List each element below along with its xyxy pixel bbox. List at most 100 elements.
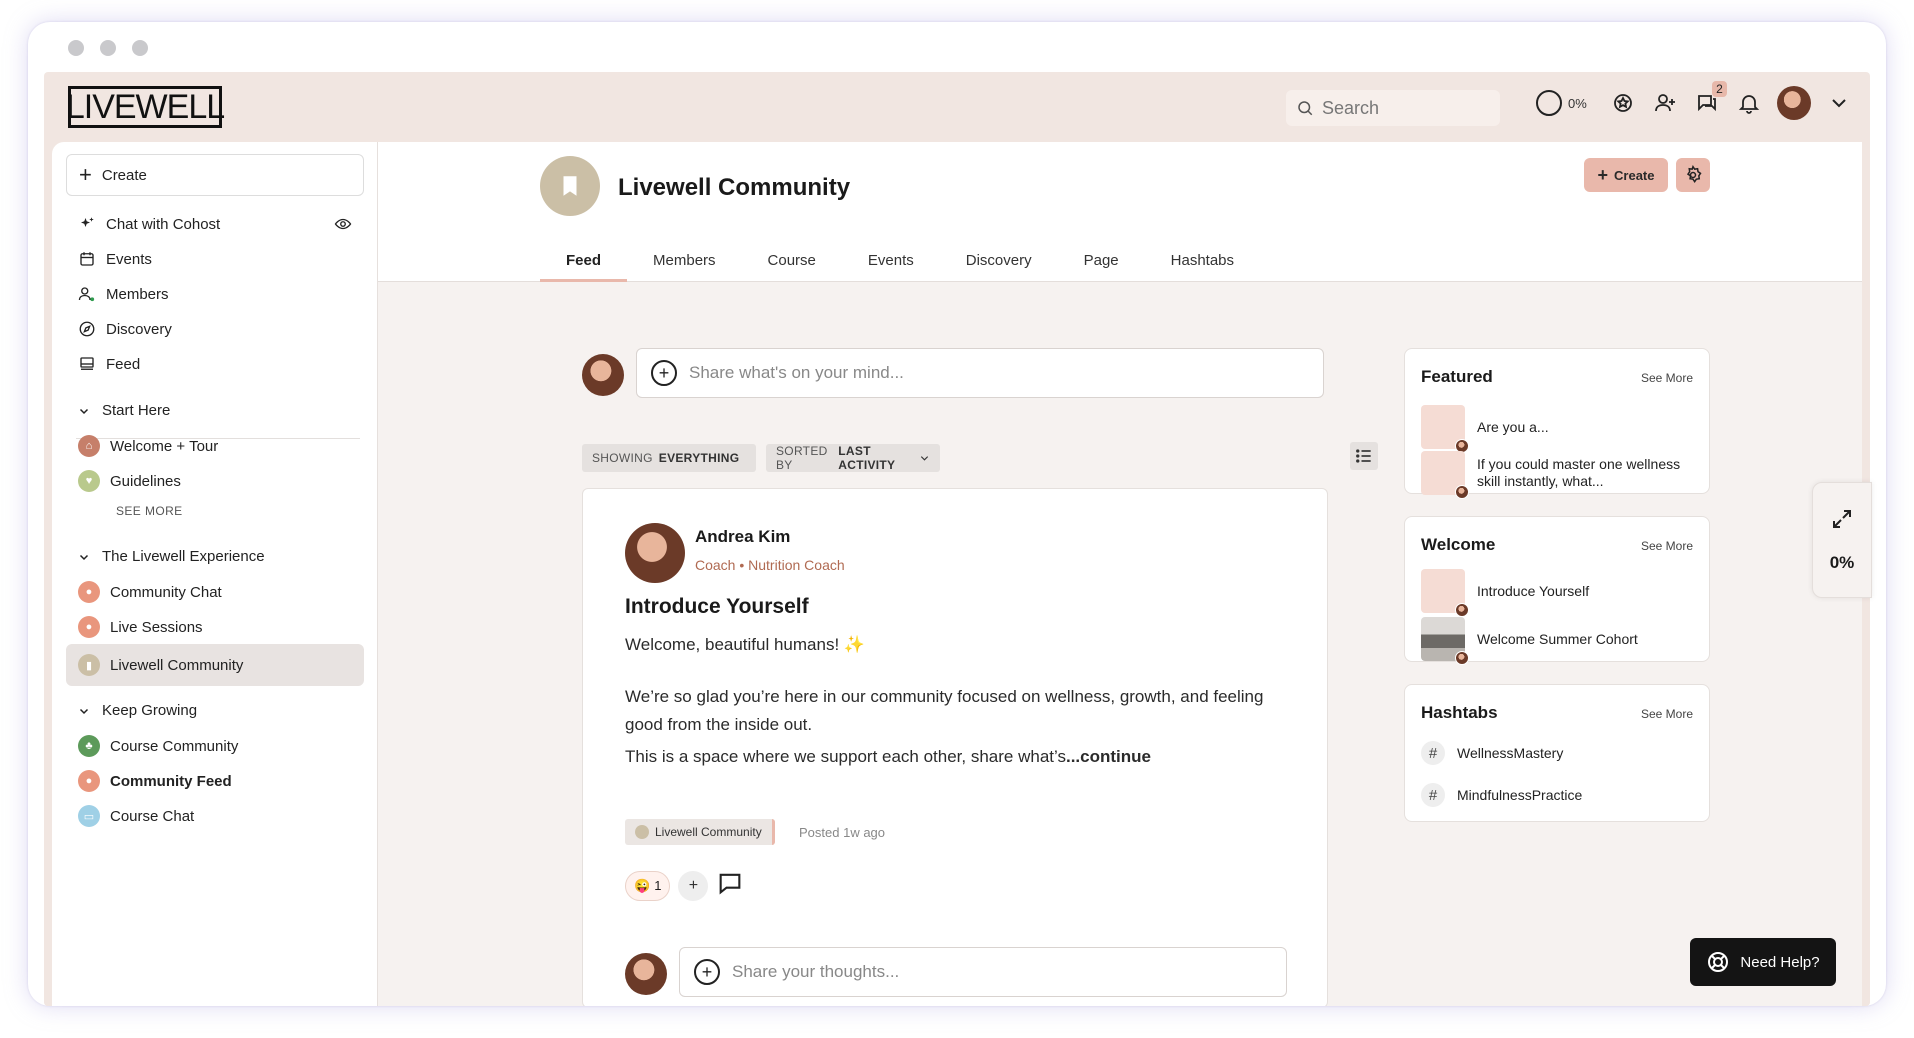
minimize-dot[interactable] (100, 40, 116, 56)
badge-icon[interactable] (1609, 89, 1637, 117)
sidebar-item-guidelines[interactable]: ♥ Guidelines (66, 463, 364, 499)
post-paragraph: We’re so glad you’re here in our communi… (625, 687, 1264, 734)
author-avatar[interactable] (625, 523, 685, 583)
tab-course[interactable]: Course (742, 238, 842, 282)
sidebar-item-livewell-community[interactable]: ▮ Livewell Community (66, 644, 364, 686)
add-user-icon[interactable] (1651, 89, 1679, 117)
maximize-dot[interactable] (132, 40, 148, 56)
section-title: Keep Growing (102, 702, 198, 719)
question-thumbnail (1421, 405, 1469, 453)
sort-dropdown[interactable]: SORTED BY LAST ACTIVITY (766, 444, 940, 472)
sparkle-emoji: ✨ (843, 635, 866, 654)
livewell-logo[interactable]: LIVEWELL (66, 86, 225, 128)
search-icon (1298, 101, 1313, 116)
hashtag-item[interactable]: # MindfulnessPractice (1421, 783, 1582, 807)
sidebar-item-label: Livewell Community (110, 656, 244, 674)
section-keep-growing[interactable]: Keep Growing (78, 702, 197, 719)
sidebar-item-chat-with-cohost[interactable]: Chat with Cohost (66, 206, 364, 242)
see-more-link[interactable]: See More (1641, 707, 1693, 721)
chevron-down-icon (79, 408, 89, 414)
expand-icon[interactable] (1830, 507, 1854, 531)
user-avatar[interactable] (1776, 86, 1811, 120)
hashtabs-widget: Hashtabs See More # WellnessMastery # Mi… (1404, 684, 1710, 822)
hashtag-label: WellnessMastery (1457, 745, 1564, 761)
need-help-button[interactable]: Need Help? (1690, 938, 1836, 986)
welcome-item[interactable]: Welcome Summer Cohort (1421, 617, 1697, 665)
sidebar-item-community-chat[interactable]: ● Community Chat (66, 574, 364, 610)
space-create-button[interactable]: + Create (1584, 158, 1668, 192)
see-more-link[interactable]: See More (1641, 371, 1693, 385)
sidebar-create-button[interactable]: + Create (66, 154, 364, 196)
search-input[interactable]: Search (1286, 90, 1500, 126)
widget-title: Welcome (1421, 535, 1496, 554)
sidebar-item-feed[interactable]: Feed (66, 346, 364, 382)
settings-button[interactable] (1676, 158, 1710, 192)
featured-item[interactable]: Are you a... (1421, 405, 1697, 453)
document-thumbnail (1421, 569, 1469, 617)
bookmark-icon (635, 825, 649, 839)
section-livewell-experience[interactable]: The Livewell Experience (78, 548, 265, 565)
top-icons: 0% 2 (1536, 81, 1853, 120)
sidebar-item-discovery[interactable]: Discovery (66, 311, 364, 347)
reaction-chip[interactable]: 😜 1 (625, 870, 671, 901)
post-greeting: Welcome, beautiful humans! ✨ (625, 631, 1265, 659)
bell-icon[interactable] (1735, 89, 1763, 117)
tab-hashtabs[interactable]: Hashtabs (1145, 238, 1260, 282)
showing-filter-dropdown[interactable]: SHOWING EVERYTHING (582, 444, 756, 472)
heart-icon: ♥ (78, 470, 100, 492)
continue-link[interactable]: ...continue (1066, 747, 1151, 766)
close-dot[interactable] (68, 40, 84, 56)
tab-discovery[interactable]: Discovery (940, 238, 1058, 282)
window-controls (68, 40, 148, 56)
filter-value: EVERYTHING (658, 451, 740, 465)
plant-icon: ♣ (78, 735, 100, 757)
messages-icon[interactable]: 2 (1693, 81, 1727, 117)
comment-icon[interactable] (716, 869, 744, 902)
feed-icon (80, 357, 94, 370)
sidebar-item-course-chat[interactable]: ▭ Course Chat (66, 798, 364, 834)
space-tag[interactable]: Livewell Community (625, 819, 775, 845)
sidebar-item-community-feed[interactable]: ● Community Feed (66, 763, 364, 799)
see-more-link[interactable]: See More (1641, 539, 1693, 553)
list-icon (1356, 449, 1371, 463)
eye-icon[interactable] (334, 215, 352, 233)
sidebar-item-label: Course Community (110, 737, 239, 755)
emoji-icon: 😜 (634, 877, 651, 893)
sidebar-item-label: Guidelines (110, 472, 181, 490)
space-header: Livewell Community + Create Feed Members… (378, 142, 1862, 282)
hashtag-item[interactable]: # WellnessMastery (1421, 741, 1563, 765)
sidebar-item-events[interactable]: Events (66, 241, 364, 277)
chevron-down-icon[interactable] (1825, 89, 1853, 117)
tab-members[interactable]: Members (627, 238, 742, 282)
greeting-text: Welcome, beautiful humans! (625, 635, 840, 654)
reply-input[interactable]: + Share your thoughts... (679, 947, 1287, 997)
sidebar-item-live-sessions[interactable]: ● Live Sessions (66, 609, 364, 645)
post-author[interactable]: Andrea Kim (695, 527, 790, 547)
progress-ring-icon (1536, 90, 1562, 116)
space-tabs: Feed Members Course Events Discovery Pag… (540, 238, 1260, 282)
tab-feed[interactable]: Feed (540, 238, 628, 282)
sidebar: + Create Chat with Cohost Events Members… (52, 142, 378, 1006)
section-start-here[interactable]: Start Here (78, 402, 170, 419)
post-paragraph: This is a space where we support each ot… (625, 743, 1265, 771)
post-title[interactable]: Introduce Yourself (625, 595, 809, 619)
sidebar-item-label: Chat with Cohost (106, 215, 221, 233)
tab-page[interactable]: Page (1058, 238, 1145, 282)
list-view-button[interactable] (1350, 442, 1378, 470)
see-more-link[interactable]: SEE MORE (116, 504, 183, 518)
post-card[interactable]: Andrea Kim Coach • Nutrition Coach Intro… (582, 488, 1328, 1006)
chevron-down-icon (79, 554, 89, 560)
sidebar-item-course-community[interactable]: ♣ Course Community (66, 728, 364, 764)
welcome-item[interactable]: Introduce Yourself (1421, 569, 1697, 617)
progress-side-panel[interactable]: 0% (1812, 482, 1872, 598)
post-composer-input[interactable]: + Share what's on your mind... (636, 348, 1324, 398)
mic-icon: ● (78, 616, 100, 638)
sidebar-item-label: Live Sessions (110, 618, 203, 636)
featured-item[interactable]: If you could master one wellness skill i… (1421, 451, 1697, 499)
add-reaction-button[interactable]: + (678, 870, 709, 901)
content-area: Livewell Community + Create Feed Members… (378, 142, 1862, 1006)
sidebar-item-members[interactable]: Members (66, 276, 364, 312)
sidebar-item-welcome-tour[interactable]: ⌂ Welcome + Tour (66, 428, 364, 464)
progress-indicator[interactable]: 0% (1536, 90, 1587, 116)
tab-events[interactable]: Events (842, 238, 940, 282)
